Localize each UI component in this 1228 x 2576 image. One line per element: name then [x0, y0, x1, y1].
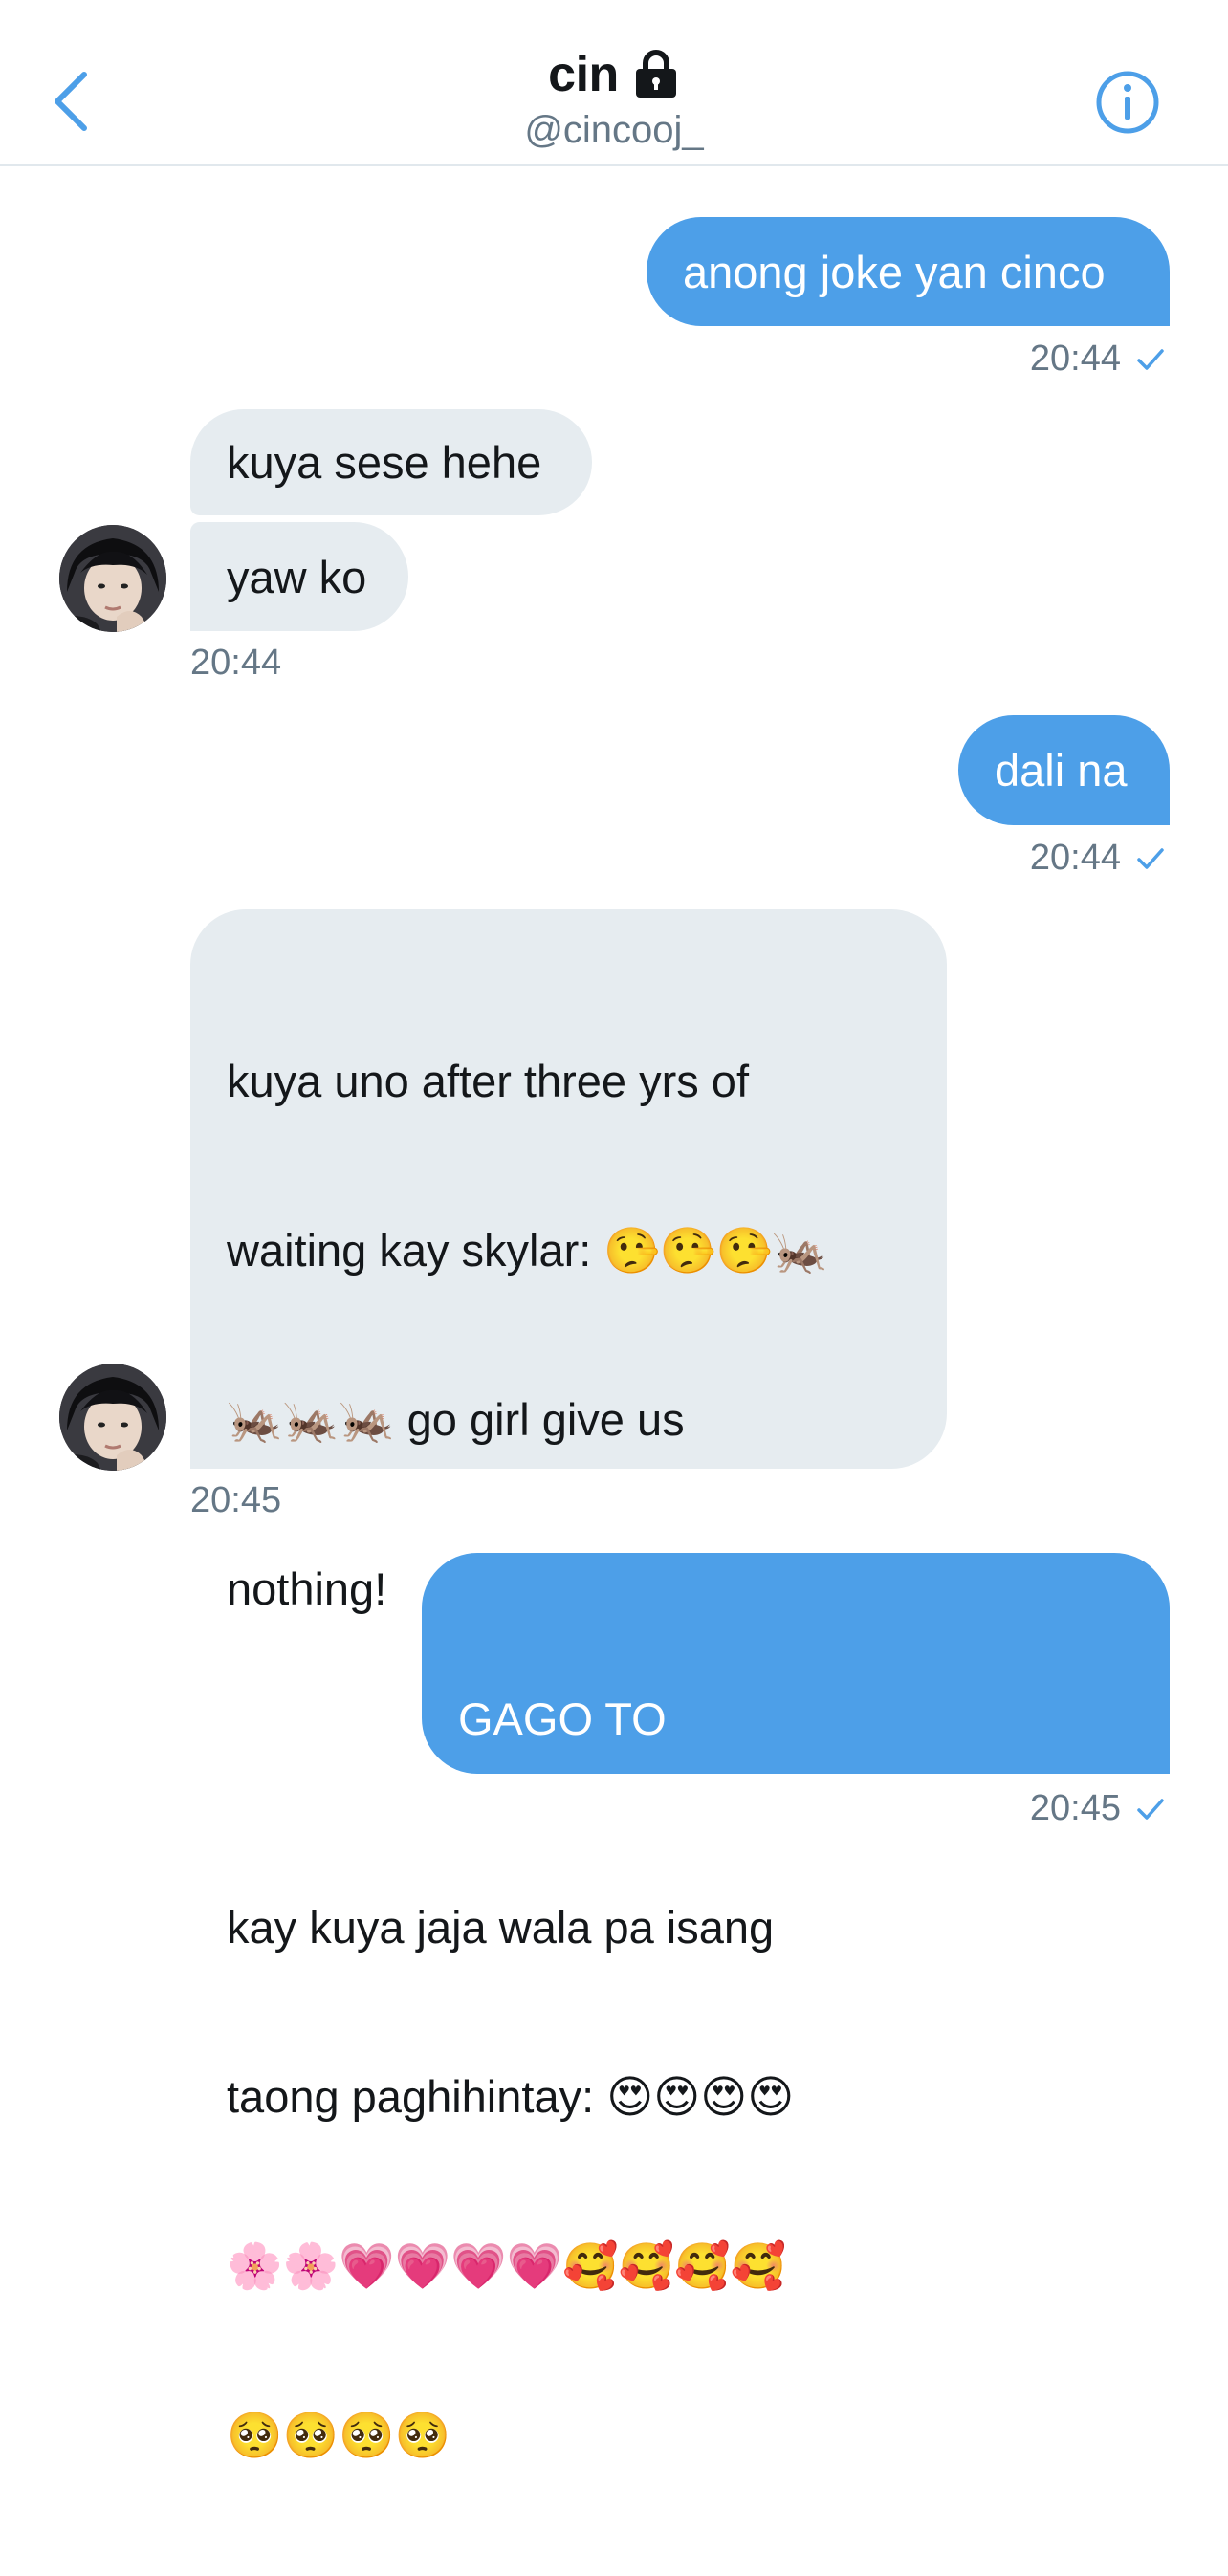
message-text: dali na: [995, 745, 1128, 796]
message-meta: 20:45: [1030, 1788, 1167, 1829]
message-line: 🦗🦗🦗 go girl give us: [227, 1394, 685, 1445]
message-meta: 20:45: [190, 1480, 281, 1521]
info-icon: [1096, 71, 1159, 134]
message-timestamp: 20:45: [1029, 1788, 1121, 1828]
message-text: yaw ko: [227, 551, 367, 602]
check-icon: [1134, 1793, 1167, 1825]
message-line: waiting kay skylar: 🤥🤥🤥🦗: [227, 1225, 828, 1276]
message-line: HSUAHAHWYWYAHAHA: [458, 2032, 975, 2083]
message-thread[interactable]: anong joke yan cinco 20:44 kuya sese heh…: [0, 168, 1228, 2460]
check-icon: [1134, 842, 1167, 875]
message-timestamp: 20:44: [190, 643, 282, 683]
message-bubble-sent[interactable]: dali na: [958, 715, 1170, 825]
message-timestamp: 20:44: [1029, 838, 1121, 878]
message-text: anong joke yan cinco: [683, 246, 1106, 297]
message-line: HAHWHDUDHEHEJEHENWHW: [458, 1863, 1115, 1913]
message-timestamp: 20:44: [1029, 338, 1121, 379]
message-line: 🌸🌸💗💗💗💗🥰🥰🥰🥰: [227, 2240, 787, 2291]
message-bubble-received[interactable]: kuya uno after three yrs of waiting kay …: [190, 909, 947, 2460]
message-line: kuya uno after three yrs of: [227, 1056, 750, 1106]
message-line: GAGO TO: [458, 1693, 667, 1744]
message-bubble-sent[interactable]: GAGO TO HAHWHDUDHEHEJEHENWHW HSUAHAHWYWY…: [422, 1553, 1170, 2083]
message-bubble-sent[interactable]: anong joke yan cinco: [647, 217, 1170, 326]
message-text: GAGO TO HAHWHDUDHEHEJEHENWHW HSUAHAHWYWY…: [458, 1578, 1115, 2198]
lock-icon: [632, 50, 680, 99]
message-text: kuya sese hehe: [227, 437, 542, 488]
message-meta: 20:44: [1030, 338, 1167, 380]
check-icon: [1134, 343, 1167, 376]
info-button[interactable]: [1094, 69, 1161, 136]
message-bubble-received[interactable]: yaw ko: [190, 522, 408, 631]
message-bubble-received[interactable]: kuya sese hehe: [190, 409, 592, 515]
avatar[interactable]: [59, 525, 166, 632]
conversation-handle: @cincooj_: [524, 109, 704, 151]
message-meta: 20:44: [190, 643, 281, 684]
message-line: 🥺🥺🥺🥺: [227, 2410, 451, 2460]
conversation-title: cin: [548, 47, 619, 102]
message-meta: 20:44: [1030, 838, 1167, 879]
avatar[interactable]: [59, 1364, 166, 1471]
conversation-title-block[interactable]: cin @cincooj_: [0, 46, 1228, 152]
conversation-header: cin @cincooj_: [0, 0, 1228, 166]
message-timestamp: 20:45: [190, 1480, 282, 1520]
